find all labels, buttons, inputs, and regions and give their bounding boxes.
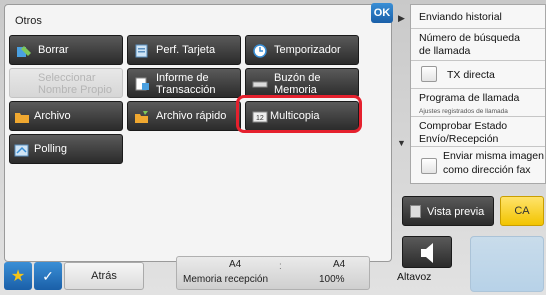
speaker-button[interactable] — [402, 236, 452, 268]
multicopia-highlight — [236, 95, 362, 133]
informe-label-1: Informe de — [156, 72, 209, 84]
polling-label: Polling — [34, 143, 68, 155]
perf-tarjeta-button[interactable]: Perf. Tarjeta — [127, 35, 241, 65]
archivo-button[interactable]: Archivo — [9, 101, 123, 131]
side-item-tx-directa-label: TX directa — [447, 69, 495, 81]
borrar-button[interactable]: Borrar — [9, 35, 123, 65]
star-icon[interactable]: ★ — [4, 262, 32, 290]
side-item-misma-imagen-label-2: como dirección fax — [443, 164, 531, 176]
side-menu: Enviando historial Número de búsqueda de… — [410, 4, 546, 184]
borrar-label: Borrar — [38, 44, 69, 56]
others-panel: Otros OK Borrar Perf. Tarjeta Temporizad… — [4, 3, 393, 262]
status-display: A4 : A4 Memoria recepción 100% — [176, 256, 370, 290]
bottom-bar: ★ ✓ Atrás A4 : A4 Memoria recepción 100% — [4, 256, 392, 292]
side-item-busqueda-label-1: Número de búsqueda — [419, 32, 520, 44]
temporizador-button[interactable]: Temporizador — [245, 35, 359, 65]
memory-label: Memoria recepción — [183, 274, 269, 285]
scroll-down-icon[interactable]: ▼ — [397, 138, 406, 148]
ca-button[interactable]: CA — [500, 196, 544, 226]
mailbox-icon — [252, 81, 268, 88]
paper-size-left: A4 — [229, 259, 242, 270]
clear-icon — [17, 46, 31, 57]
side-item-programa-label: Programa de llamada — [419, 92, 520, 104]
seleccionar-nombre-button: Seleccionar Nombre Propio — [9, 68, 123, 98]
archivo-rapido-label: Archivo rápido — [156, 110, 227, 122]
side-item-misma-imagen-label-1: Enviar misma imagen — [443, 150, 544, 162]
speaker-label: Altavoz — [397, 271, 432, 283]
seleccionar-label-1: Seleccionar — [38, 72, 96, 84]
status-separator: : — [279, 261, 282, 272]
side-item-tx-directa[interactable]: TX directa — [411, 61, 545, 89]
informe-transaccion-button[interactable]: Informe de Transacción — [127, 68, 241, 98]
buzon-label-1: Buzón de — [274, 72, 321, 84]
side-item-busqueda[interactable]: Número de búsqueda de llamada — [411, 29, 545, 61]
preview-label: Vista previa — [427, 206, 485, 218]
start-button[interactable] — [470, 236, 544, 292]
side-item-historial[interactable]: Enviando historial — [411, 5, 545, 29]
folder-icon — [15, 113, 29, 123]
temporizador-label: Temporizador — [274, 44, 341, 56]
tx-directa-checkbox[interactable] — [421, 66, 437, 82]
informe-label-2: Transacción — [156, 84, 216, 96]
fax-screen: Otros OK Borrar Perf. Tarjeta Temporizad… — [0, 0, 546, 295]
seleccionar-label-2: Nombre Propio — [38, 84, 112, 96]
preview-icon — [410, 205, 421, 218]
archivo-rapido-button[interactable]: Archivo rápido — [127, 101, 241, 131]
side-item-historial-label: Enviando historial — [419, 11, 502, 23]
report-icon — [135, 77, 149, 91]
paper-size-right: A4 — [333, 259, 346, 270]
memory-value: 100% — [319, 274, 345, 285]
panel-title: Otros — [15, 15, 42, 27]
preview-button[interactable]: Vista previa — [402, 196, 494, 226]
speaker-icon — [421, 243, 433, 263]
ok-button[interactable]: OK — [371, 3, 393, 23]
perf-tarjeta-label: Perf. Tarjeta — [156, 44, 216, 56]
expand-arrow-icon[interactable]: ▶ — [398, 13, 405, 24]
polling-icon — [14, 144, 29, 157]
quick-file-icon — [135, 111, 148, 123]
archivo-label: Archivo — [34, 110, 71, 122]
buzon-memoria-button[interactable]: Buzón de Memoria — [245, 68, 359, 98]
back-button[interactable]: Atrás — [64, 262, 144, 290]
card-icon — [135, 44, 148, 58]
side-item-busqueda-label-2: de llamada — [419, 45, 471, 57]
polling-button[interactable]: Polling — [9, 134, 123, 164]
side-item-comprobar-label-2: Envío/Recepción — [419, 133, 499, 145]
side-item-programa[interactable]: Programa de llamada Ajustes registrados … — [411, 89, 545, 117]
side-item-comprobar[interactable]: Comprobar Estado Envío/Recepción — [411, 117, 545, 147]
side-item-misma-imagen[interactable]: Enviar misma imagen como dirección fax — [411, 147, 545, 183]
check-icon[interactable]: ✓ — [34, 262, 62, 290]
clock-icon — [253, 44, 267, 58]
misma-imagen-checkbox[interactable] — [421, 158, 437, 174]
side-item-comprobar-label-1: Comprobar Estado — [419, 120, 508, 132]
